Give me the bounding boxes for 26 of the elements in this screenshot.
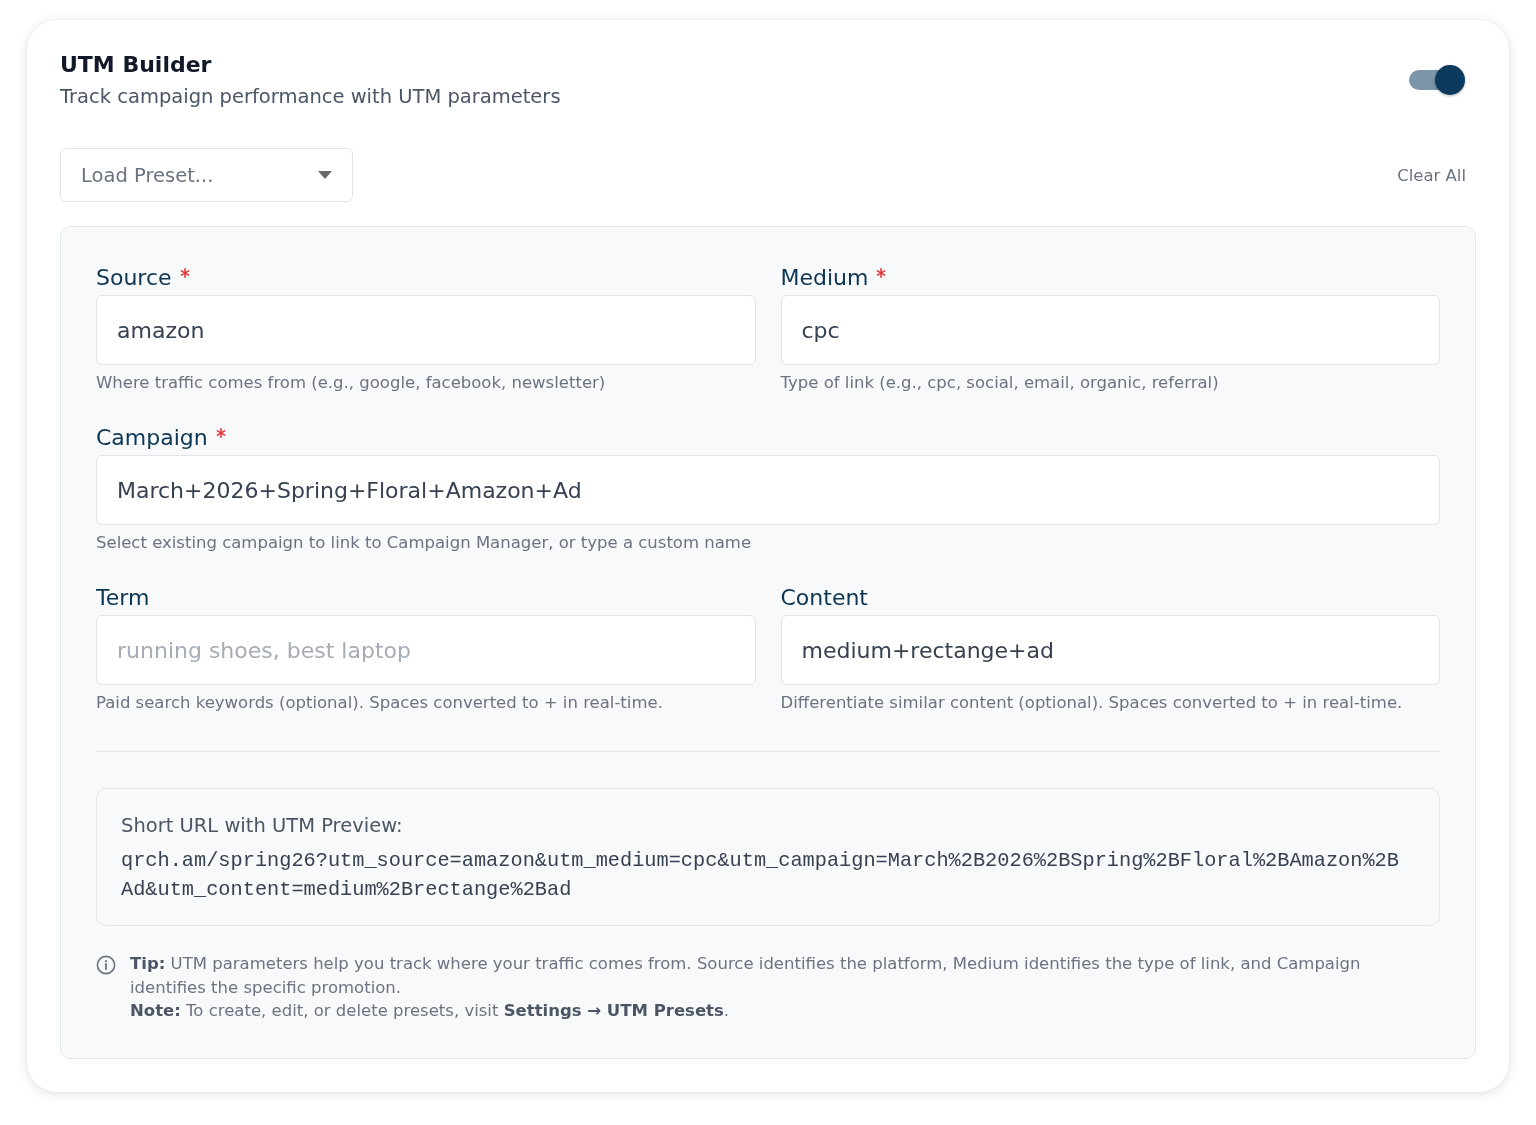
note-text: Note: To create, edit, or delete presets, visit Settings → UTM Presets. (130, 1000, 731, 1022)
tip-text: Tip: UTM parameters help you track where your traffic comes from. Source identifies the platform, Medium identifies the type of link, and Campaign identifies the specific promotion. (130, 953, 1362, 999)
field-label: Campaign (96, 424, 208, 452)
text-input[interactable]: medium+rectange+ad (780, 615, 1440, 685)
field-label: Term (96, 584, 150, 612)
toggle-switch[interactable] (1409, 65, 1465, 95)
text-input[interactable]: March+2026+Spring+Floral+Amazon+Ad (96, 455, 1440, 525)
text-input[interactable]: cpc (780, 295, 1440, 365)
preset-dropdown[interactable]: Load Preset... (60, 148, 353, 202)
field-hint: Type of link (e.g., cpc, social, email, organic, referral) (780, 372, 1220, 394)
field-hint: Paid search keywords (optional). Spaces converted to + in real-time. (96, 692, 664, 714)
text-input[interactable]: running shoes, best laptop (96, 615, 756, 685)
field-label: Source (96, 264, 172, 292)
field-label: Medium (780, 264, 869, 292)
field-hint: Where traffic comes from (e.g., google, facebook, newsletter) (96, 372, 607, 394)
text-input[interactable]: amazon (96, 295, 756, 365)
info-icon (96, 955, 116, 975)
preview-url: qrch.am/spring26?utm_source=amazon&utm_medium=cpc&utm_campaign=March%2B2026%2BSpring%2BFloral%2BAmazon%2BAd&utm_content=medium%2Brectange%2Bad (121, 848, 1400, 903)
clear-all-button[interactable]: Clear All (1397, 161, 1466, 189)
preview-label: Short URL with UTM Preview: (121, 813, 404, 839)
caret-icon (318, 171, 332, 179)
field-label: Content (780, 584, 868, 612)
card-subtitle: Track campaign performance with UTM parameters (60, 84, 561, 110)
field-hint: Differentiate similar content (optional). Spaces converted to + in real-time. (780, 692, 1404, 714)
card-title: UTM Builder (60, 51, 213, 79)
field-hint: Select existing campaign to link to Campaign Manager, or type a custom name (96, 532, 753, 554)
